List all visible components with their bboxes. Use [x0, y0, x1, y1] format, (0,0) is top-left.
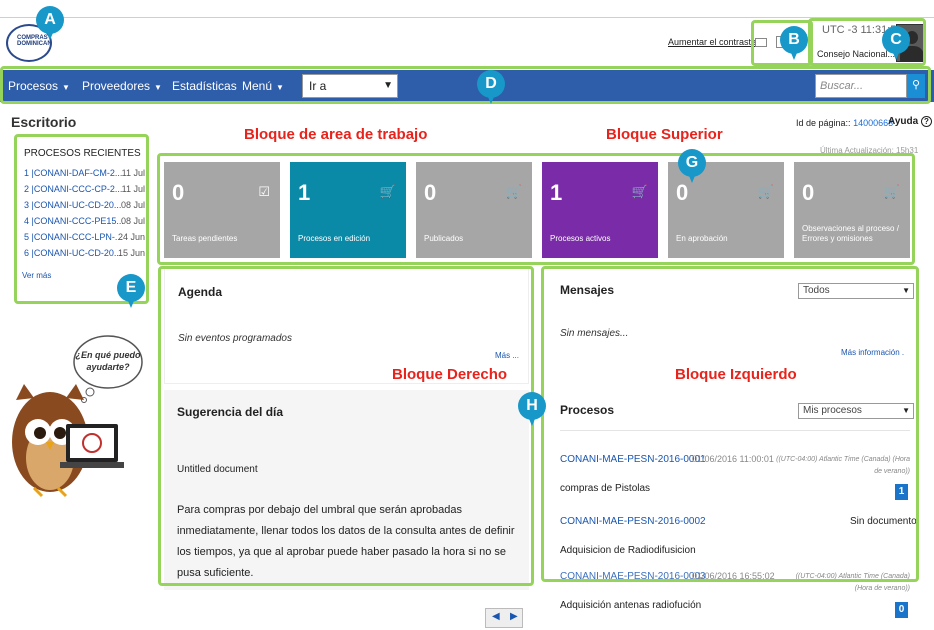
- tile-publicados[interactable]: 0 🛒 Publicados: [416, 162, 532, 258]
- marker-a: A: [36, 6, 64, 40]
- tile-label: Publicados: [424, 234, 464, 243]
- pager: ◀ ▶: [485, 608, 523, 628]
- cart-icon: 🛒: [505, 184, 522, 199]
- tile-label: Observaciones al proceso / Errores y omi…: [802, 224, 899, 243]
- marker-g: G: [678, 149, 706, 183]
- cart-icon: 🛒: [379, 184, 396, 199]
- annotation-box-d: [0, 66, 931, 104]
- tile-label: Tareas pendientes: [172, 234, 238, 243]
- label-superior: Bloque Superior: [606, 126, 723, 143]
- contrast-link[interactable]: Aumentar el contraste: [668, 37, 756, 47]
- owl-assistant-illustration[interactable]: ¿En qué puedo ayudarte?: [8, 300, 148, 500]
- tile-count: 1: [298, 180, 311, 205]
- page-id: Id de página:: 14000663: [796, 118, 893, 128]
- next-arrow-icon[interactable]: ▶: [510, 611, 518, 622]
- label-area-trabajo: Bloque de area de trabajo: [244, 126, 428, 143]
- owl-bubble-line1: ¿En qué puedo: [76, 350, 141, 360]
- prev-arrow-icon[interactable]: ◀: [492, 611, 500, 622]
- page-title: Escritorio: [11, 114, 77, 130]
- clipboard-check-icon: ☑: [258, 184, 270, 199]
- marker-d: D: [477, 70, 505, 104]
- label-derecho: Bloque Derecho: [392, 366, 508, 383]
- tile-count: 1: [550, 180, 563, 205]
- tile-procesos-edicion[interactable]: 1 🛒 Procesos en edición: [290, 162, 406, 258]
- tile-tareas-pendientes[interactable]: 0 ☑ Tareas pendientes: [164, 162, 280, 258]
- tile-label: En aprobación: [676, 234, 728, 243]
- tile-label: Procesos activos: [550, 234, 611, 243]
- tile-count: 0: [172, 180, 185, 205]
- cart-icon: 🛒: [631, 184, 648, 199]
- tile-count: 0: [676, 180, 689, 205]
- annotation-box-right: [541, 266, 919, 582]
- marker-b: B: [780, 26, 808, 60]
- tile-label: Procesos en edición: [298, 234, 371, 243]
- label-izquierdo: Bloque Izquierdo: [675, 366, 797, 383]
- help-label: Ayuda: [888, 116, 919, 127]
- process-badge: 0: [895, 602, 908, 618]
- tile-observaciones[interactable]: 0 🛒 Observaciones al proceso / Errores y…: [794, 162, 910, 258]
- tile-count: 0: [424, 180, 437, 205]
- owl-bubble-line2: ayudarte?: [86, 362, 130, 372]
- help-link[interactable]: Ayuda ?: [888, 116, 932, 127]
- help-icon: ?: [920, 116, 932, 127]
- marker-e: E: [117, 274, 145, 308]
- marker-c: C: [882, 26, 910, 60]
- page-id-label: Id de página::: [796, 118, 851, 128]
- cart-icon: 🛒: [883, 184, 900, 199]
- tile-count: 0: [802, 180, 815, 205]
- tile-procesos-activos[interactable]: 1 🛒 Procesos activos: [542, 162, 658, 258]
- top-divider: [0, 17, 934, 18]
- process-description: Adquisición antenas radiofución: [560, 600, 702, 611]
- annotation-box-h-left: [158, 266, 534, 586]
- marker-h: H: [518, 392, 546, 426]
- cart-icon: 🛒: [757, 184, 774, 199]
